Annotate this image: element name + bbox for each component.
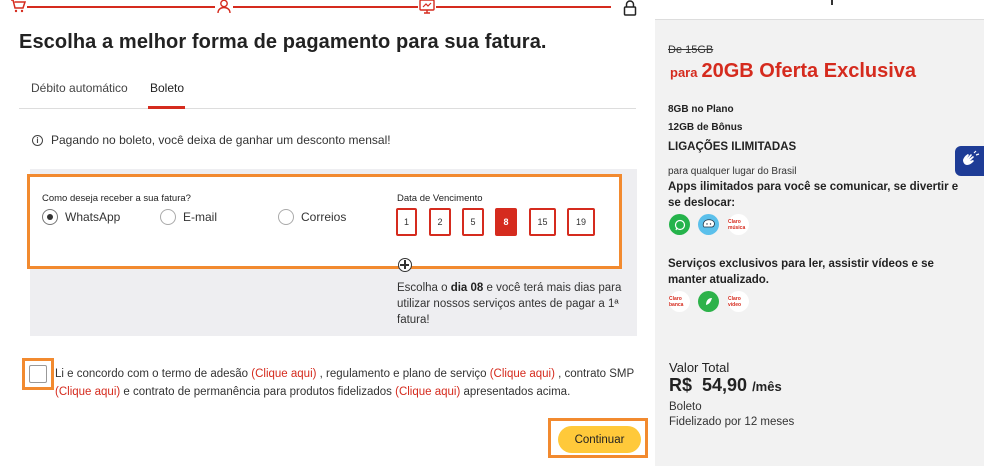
note-bold-day: dia 08 — [450, 282, 484, 294]
price-value: R$ 54,90 — [669, 375, 748, 395]
offer-title: 20GB Oferta Exclusiva — [701, 60, 917, 82]
header-tick — [831, 0, 833, 5]
radio-whatsapp[interactable]: WhatsApp — [42, 209, 120, 225]
terms-link-adesao[interactable]: (Clique aqui) — [251, 368, 316, 380]
sign-language-icon — [960, 150, 980, 173]
due-day-15[interactable]: 15 — [529, 208, 556, 236]
payment-method: Boleto — [669, 401, 702, 413]
waze-icon — [698, 214, 719, 235]
terms-part: apresentados acima. — [460, 386, 571, 398]
old-data-amount: De 15GB — [668, 44, 714, 56]
due-date-label: Data de Vencimento — [397, 193, 483, 204]
calls-title: LIGAÇÕES ILIMITADAS — [668, 141, 797, 153]
terms-part: , contrato SMP — [554, 368, 634, 380]
page-title: Escolha a melhor forma de pagamento para… — [19, 31, 547, 53]
total-price: R$ 54,90/mês — [669, 375, 782, 396]
due-date-note: Escolha o dia 08 e você terá mais dias p… — [397, 280, 629, 328]
offer-prefix: para — [670, 65, 698, 80]
radio-email[interactable]: E-mail — [160, 209, 217, 225]
price-period: /mês — [752, 379, 782, 394]
checkout-page: Escolha a melhor forma de pagamento para… — [0, 0, 984, 466]
claro-video-icon: Claro vídeo — [728, 291, 749, 312]
continue-button[interactable]: Continuar — [558, 426, 641, 453]
radio-unchecked-icon[interactable] — [278, 209, 294, 225]
claro-musica-icon: Claro música — [728, 214, 749, 235]
tab-debito-automatico[interactable]: Débito automático — [31, 80, 128, 108]
boleto-discount-warning: i Pagando no boleto, você deixa de ganha… — [32, 133, 391, 147]
terms-part: e contrato de permanência para produtos … — [120, 386, 396, 398]
radio-label: WhatsApp — [65, 210, 121, 224]
terms-part: , regulamento e plano de serviço — [316, 368, 490, 380]
terms-checkbox-highlight — [22, 358, 54, 390]
user-icon[interactable] — [215, 0, 233, 15]
due-day-1[interactable]: 1 — [396, 208, 417, 236]
terms-link-permanencia[interactable]: (Clique aqui) — [395, 386, 460, 398]
terms-text: Li e concordo com o termo de adesão (Cli… — [55, 365, 645, 401]
loyalty-term: Fidelizado por 12 meses — [669, 416, 795, 428]
cart-icon[interactable] — [9, 0, 27, 15]
total-label: Valor Total — [669, 360, 730, 375]
sidebar-header-strip — [655, 0, 984, 20]
note-text: Escolha o — [397, 282, 451, 294]
tab-boleto[interactable]: Boleto — [147, 80, 186, 109]
payment-screen-icon[interactable] — [418, 0, 436, 15]
terms-part: Li e concordo com o termo de adesão — [55, 368, 252, 380]
payment-tabs: Débito automático Boleto — [19, 80, 636, 109]
radio-label: E-mail — [183, 210, 218, 224]
tooltip-pointer-icon — [398, 258, 412, 272]
checkout-stepper — [0, 0, 655, 18]
plan-gb: 8GB no Plano — [668, 104, 734, 115]
terms-checkbox[interactable] — [29, 365, 47, 383]
due-day-19[interactable]: 19 — [567, 208, 595, 236]
terms-link-regulamento[interactable]: (Clique aqui) — [490, 368, 555, 380]
lock-icon — [621, 0, 639, 17]
exclusive-offer: para 20GB Oferta Exclusiva — [670, 60, 916, 83]
radio-correios[interactable]: Correios — [278, 209, 346, 225]
warning-text: Pagando no boleto, você deixa de ganhar … — [51, 133, 391, 147]
accessibility-button[interactable] — [955, 146, 984, 176]
radio-unchecked-icon[interactable] — [160, 209, 176, 225]
whatsapp-icon — [669, 214, 690, 235]
due-day-5[interactable]: 5 — [462, 208, 484, 236]
radio-checked-icon[interactable] — [42, 209, 58, 225]
calls-subtitle: para qualquer lugar do Brasil — [668, 166, 797, 177]
apps-description: Apps ilimitados para você se comunicar, … — [668, 181, 959, 209]
terms-link-contrato-smp[interactable]: (Clique aqui) — [55, 386, 120, 398]
claro-banca-icon: Claro banca — [669, 291, 690, 312]
due-day-2[interactable]: 2 — [429, 208, 451, 236]
continue-highlight: Continuar — [548, 418, 648, 458]
radio-label: Correios — [301, 210, 347, 224]
receive-method-label: Como deseja receber a sua fatura? — [42, 193, 191, 204]
services-description: Serviços exclusivos para ler, assistir v… — [668, 258, 934, 286]
bonus-gb: 12GB de Bônus — [668, 122, 743, 133]
stepper-progress-line — [14, 6, 611, 8]
due-day-8[interactable]: 8 — [495, 208, 517, 236]
info-icon: i — [32, 134, 43, 146]
globo-icon — [698, 291, 719, 312]
